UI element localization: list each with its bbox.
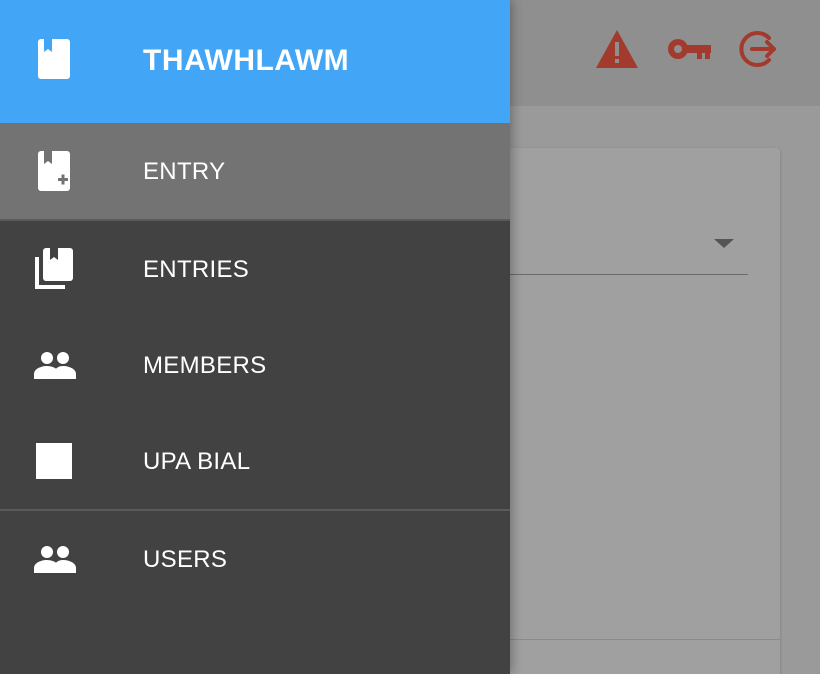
- people-icon: [34, 351, 76, 384]
- book-icon: [38, 39, 70, 84]
- nav-item-entries[interactable]: ENTRIES: [0, 221, 510, 317]
- nav-item-users[interactable]: USERS: [0, 511, 510, 607]
- nav-item-members[interactable]: MEMBERS: [0, 317, 510, 413]
- people-icon: [34, 545, 76, 578]
- nav-item-entry[interactable]: ENTRY: [0, 123, 510, 219]
- nav-item-label: ENTRY: [143, 158, 226, 185]
- nav-item-label: UPA BIAL: [143, 448, 251, 475]
- navigation-drawer: THAWHLAWM ENTRY ENTRIES MEMBERS UPA BIAL…: [0, 0, 510, 674]
- app-title: THAWHLAWM: [143, 44, 350, 77]
- key-icon[interactable]: [666, 34, 712, 64]
- app-bar-actions: [594, 28, 780, 70]
- select-field[interactable]: [470, 274, 748, 275]
- nav-item-label: USERS: [143, 546, 228, 573]
- logout-icon[interactable]: [738, 28, 780, 70]
- nav-item-label: ENTRIES: [143, 256, 250, 283]
- book-add-icon: [38, 151, 70, 196]
- drawer-header: THAWHLAWM: [0, 0, 510, 123]
- chevron-down-icon[interactable]: [714, 239, 734, 248]
- content-card: [470, 148, 780, 674]
- card-divider: [470, 639, 780, 640]
- library-books-icon: [34, 248, 74, 295]
- warning-icon[interactable]: [594, 28, 640, 70]
- nav-item-upa-bial[interactable]: UPA BIAL: [0, 413, 510, 509]
- nav-item-label: MEMBERS: [143, 352, 267, 379]
- square-icon: [36, 443, 72, 484]
